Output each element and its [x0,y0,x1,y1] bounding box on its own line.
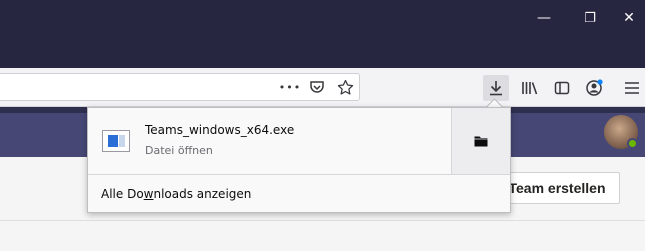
close-icon: ✕ [623,10,635,26]
restore-icon: ❐ [584,10,596,26]
content-divider [0,220,645,221]
close-window-button[interactable]: ✕ [606,0,645,36]
create-team-button[interactable]: Team erstellen [494,172,620,204]
browser-titlebar: — ❐ ✕ [0,0,645,68]
minimize-button[interactable]: — [521,0,567,36]
pocket-icon[interactable] [305,75,329,99]
folder-icon [474,132,488,151]
hamburger-menu-icon[interactable] [620,76,644,100]
sidebar-icon[interactable] [550,76,574,100]
exe-file-icon [102,130,130,152]
show-all-downloads-button[interactable]: Alle Do w nloads anzeigen [88,175,510,212]
show-all-label-start: Alle Do [101,186,144,201]
download-filename: Teams_windows_x64.exe [145,123,295,137]
download-item: Teams_windows_x64.exe Datei öffnen [88,108,510,174]
library-icon[interactable] [518,76,542,100]
minimize-icon: — [537,10,551,26]
download-arrow-icon[interactable] [483,75,509,101]
bookmark-star-icon[interactable] [333,75,357,99]
download-item-open[interactable]: Teams_windows_x64.exe Datei öffnen [88,108,451,174]
status-badge [627,138,638,149]
download-status: Datei öffnen [145,144,213,157]
show-all-accesskey: w [143,186,154,201]
downloads-panel: Teams_windows_x64.exe Datei öffnen Alle … [87,107,511,213]
navigation-toolbar: ••• [0,68,645,107]
show-in-folder-button[interactable] [452,108,510,174]
page-actions-button[interactable]: ••• [278,75,302,99]
url-bar[interactable]: ••• [0,73,360,101]
show-all-label-end: nloads anzeigen [153,186,252,201]
account-icon[interactable] [582,76,606,100]
